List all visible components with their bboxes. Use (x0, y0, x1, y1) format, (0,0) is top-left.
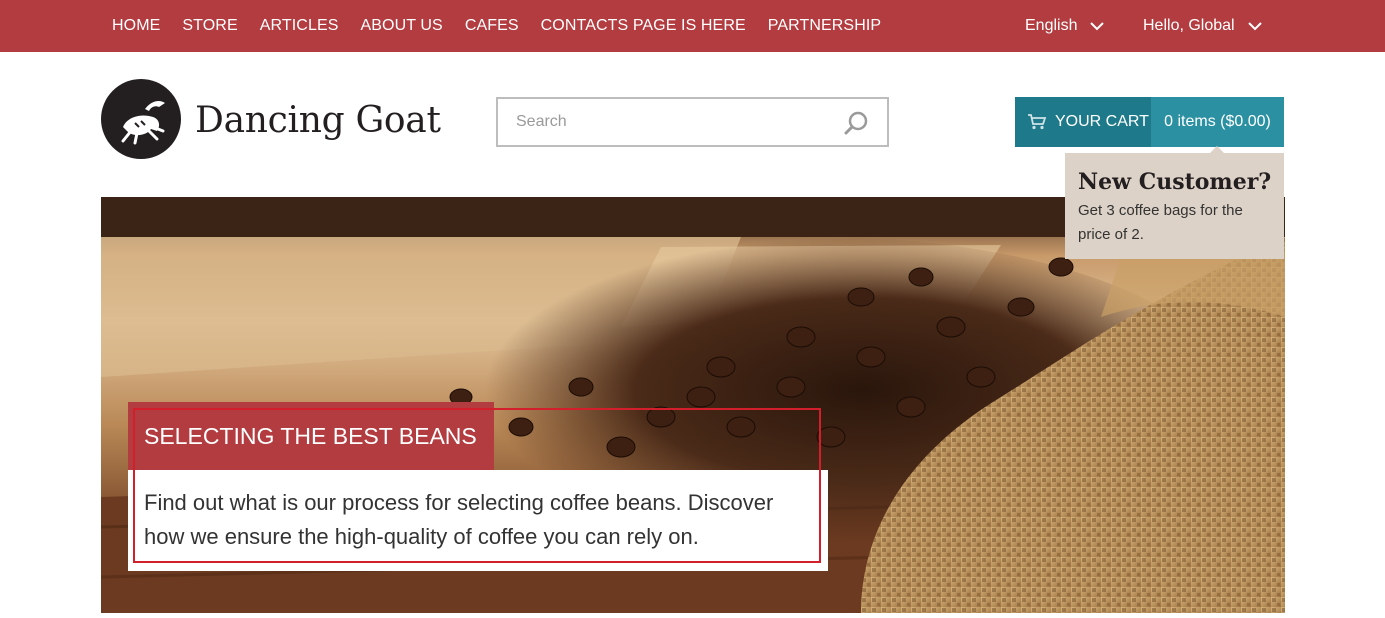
nav-cafes[interactable]: CAFES (465, 17, 519, 35)
main-nav: HOME STORE ARTICLES ABOUT US CAFES CONTA… (112, 0, 903, 52)
cart-label: YOUR CART (1055, 113, 1149, 130)
language-dropdown[interactable]: English (1025, 0, 1105, 52)
user-greeting: Hello, Global (1143, 17, 1235, 34)
language-label: English (1025, 17, 1078, 34)
promo-title: New Customer? (1078, 169, 1272, 195)
search-input[interactable] (498, 99, 828, 145)
top-nav-bar: HOME STORE ARTICLES ABOUT US CAFES CONTA… (0, 0, 1385, 52)
new-customer-promo: New Customer? Get 3 coffee bags for the … (1065, 146, 1284, 259)
hero-title[interactable]: SELECTING THE BEST BEANS (128, 402, 494, 470)
nav-partnership[interactable]: PARTNERSHIP (768, 17, 881, 35)
chevron-down-icon (1247, 22, 1262, 31)
cart-label-area[interactable]: YOUR CART (1015, 97, 1151, 147)
user-dropdown[interactable]: Hello, Global (1143, 0, 1263, 52)
chevron-down-icon (1090, 22, 1105, 31)
nav-home[interactable]: HOME (112, 17, 160, 35)
search-icon[interactable] (843, 110, 869, 136)
hero-description: Find out what is our process for selecti… (128, 470, 828, 571)
goat-logo-icon[interactable] (101, 79, 181, 159)
cart-summary[interactable]: 0 items ($0.00) (1151, 97, 1284, 147)
nav-contacts[interactable]: CONTACTS PAGE IS HERE (541, 17, 746, 35)
nav-about-us[interactable]: ABOUT US (361, 17, 443, 35)
cart-icon (1028, 114, 1047, 130)
search-box (496, 97, 889, 147)
promo-text: Get 3 coffee bags for the price of 2. (1078, 202, 1243, 243)
nav-articles[interactable]: ARTICLES (260, 17, 339, 35)
cart-button[interactable]: YOUR CART 0 items ($0.00) (1015, 97, 1284, 147)
brand-name[interactable]: Dancing Goat (195, 100, 441, 141)
nav-store[interactable]: STORE (182, 17, 237, 35)
